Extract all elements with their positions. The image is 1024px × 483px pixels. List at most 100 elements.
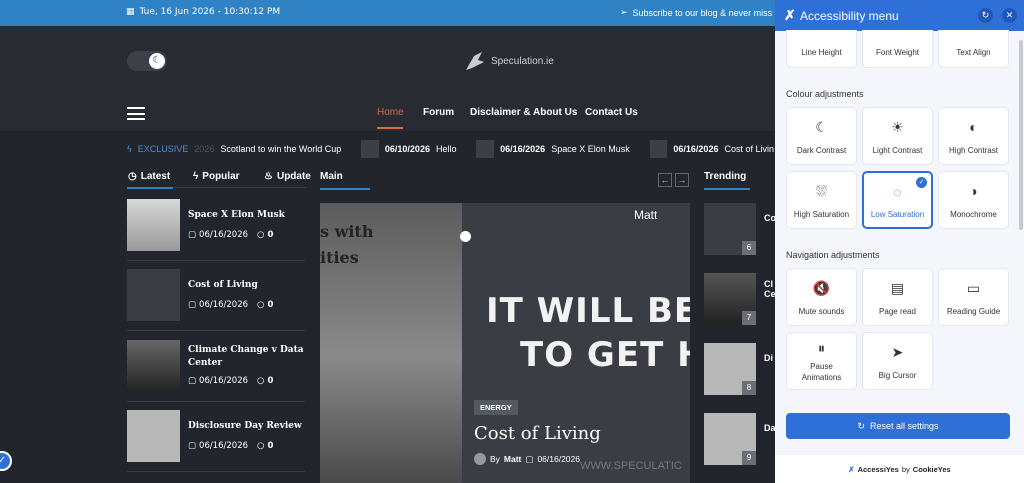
next-arrow-icon[interactable]: → xyxy=(675,173,689,187)
panel-scrollbar[interactable] xyxy=(1019,40,1023,230)
post-title[interactable]: Climate Change v Data Center xyxy=(188,344,306,370)
featured-author[interactable]: Matt xyxy=(504,454,521,464)
ticker-item[interactable]: Cost of Livin xyxy=(724,144,774,154)
logo-bird-icon xyxy=(466,52,484,70)
trending-title[interactable]: Da xyxy=(764,423,776,433)
ticker-item[interactable]: Scotland to win the World Cup xyxy=(220,144,341,154)
reset-label: Reset all settings xyxy=(870,421,939,431)
list-item[interactable]: Cost of Living ▢ 06/16/2026 ○ 0 xyxy=(127,269,307,331)
tab-update[interactable]: ♨ Update xyxy=(264,171,311,182)
nav-disclaimer[interactable]: Disclaimer & About Us xyxy=(470,107,577,118)
logo-text: Speculation.ie xyxy=(491,55,554,67)
text-align-button[interactable]: Text Align xyxy=(938,30,1009,68)
dark-mode-toggle[interactable]: ☾ xyxy=(127,51,167,71)
pause-animations-button[interactable]: ⏸ Pause Animations xyxy=(786,332,857,390)
carousel-current-slide[interactable]: Matt IT WILL BE TO GET H ENERGY Cost of … xyxy=(462,203,690,483)
trending-item[interactable]: 8 Di xyxy=(704,343,774,395)
card-label: Big Cursor xyxy=(878,371,917,380)
post-title[interactable]: Space X Elon Musk xyxy=(188,209,306,222)
high-contrast-button[interactable]: ◐ High Contrast xyxy=(938,107,1009,165)
section-main-title: Main xyxy=(320,171,343,182)
ticker-item[interactable]: Space X Elon Musk xyxy=(551,144,630,154)
subscribe-text: Subscribe to our blog & never miss ou xyxy=(632,7,785,18)
prev-arrow-icon[interactable]: ← xyxy=(658,173,672,187)
watermark-text: WWW.SPECULATIC xyxy=(580,460,682,472)
trending-item[interactable]: 7 Cl Ce xyxy=(704,273,776,325)
dark-contrast-button[interactable]: ☾ Dark Contrast xyxy=(786,107,857,165)
post-title[interactable]: Disclosure Day Review xyxy=(188,420,306,433)
tab-popular[interactable]: ϟ Popular xyxy=(193,171,240,182)
reset-icon[interactable]: ↻ xyxy=(978,8,993,23)
trending-title[interactable]: Cl Ce xyxy=(764,279,776,299)
ticker-item[interactable]: Hello xyxy=(436,144,457,154)
list-item[interactable]: Space X Elon Musk ▢ 06/16/2026 ○ 0 xyxy=(127,199,307,261)
nav-home[interactable]: Home xyxy=(377,107,404,118)
featured-title[interactable]: Cost of Living xyxy=(474,423,601,444)
trending-item[interactable]: 9 Da xyxy=(704,413,776,465)
monochrome-button[interactable]: ◑ Monochrome xyxy=(938,171,1009,229)
drop-outline-icon: ◌ xyxy=(893,184,902,200)
card-label: High Contrast xyxy=(949,146,998,155)
footer-brand: AccessiYes xyxy=(857,464,899,474)
list-item[interactable]: Climate Change v Data Center ▢ 06/16/2026… xyxy=(127,340,307,402)
post-date: 06/16/2026 xyxy=(199,230,249,240)
list-item[interactable]: Disclosure Day Review ▢ 06/16/2026 ○ 0 xyxy=(127,410,307,472)
reading-guide-button[interactable]: ▭ Reading Guide xyxy=(938,268,1009,326)
line-height-button[interactable]: Line Height xyxy=(786,30,857,68)
trending-number: 9 xyxy=(742,451,756,465)
comment-icon: ○ xyxy=(257,300,265,310)
mute-sounds-button[interactable]: 🔇 Mute sounds xyxy=(786,268,857,326)
close-icon[interactable]: ✕ xyxy=(1002,8,1017,23)
post-meta: ▢ 06/16/2026 ○ 0 xyxy=(188,300,273,310)
tab-latest[interactable]: ◷ Latest xyxy=(128,171,170,182)
accessibility-panel: ✗ Accessibility menu ↻ ✕ Line Height Fon… xyxy=(775,0,1024,483)
post-date: 06/16/2026 xyxy=(199,376,249,386)
high-saturation-button[interactable]: ⛆ High Saturation xyxy=(786,171,857,229)
accessibility-toggle-icon[interactable]: ✓ xyxy=(0,451,12,471)
post-title[interactable]: Cost of Living xyxy=(188,279,306,292)
trending-item[interactable]: 6 Co xyxy=(704,203,776,255)
accessibility-icon: ✗ xyxy=(784,7,796,23)
main-featured-carousel[interactable]: s with ities Matt IT WILL BE TO GET H ENE… xyxy=(320,203,690,483)
carousel-dot[interactable] xyxy=(460,231,471,242)
ticker-date: 06/16/2026 xyxy=(673,144,719,154)
avatar xyxy=(474,453,486,465)
page-read-button[interactable]: ▤ Page read xyxy=(862,268,933,326)
reset-all-button[interactable]: ↻ Reset all settings xyxy=(786,413,1010,439)
trending-number: 8 xyxy=(742,381,756,395)
card-label: Mute sounds xyxy=(798,307,845,316)
clock-icon: ◷ xyxy=(128,171,137,182)
site-logo[interactable]: Speculation.ie xyxy=(462,48,554,74)
card-label: Monochrome xyxy=(950,210,997,219)
comment-icon: ○ xyxy=(257,230,265,240)
colour-adjustments-heading: Colour adjustments xyxy=(786,89,864,99)
trending-title[interactable]: Di xyxy=(764,353,773,363)
bolt-icon: ϟ xyxy=(193,171,199,182)
slide-author-top: Matt xyxy=(634,208,658,222)
date-text: Tue, 16 Jun 2026 - 10:30:12 PM xyxy=(139,7,281,17)
nav-forum[interactable]: Forum xyxy=(423,107,454,118)
tabs-divider xyxy=(173,187,307,188)
carousel-prev-slide: s with ities xyxy=(320,203,462,483)
low-saturation-button[interactable]: ✓ ◌ Low Saturation xyxy=(862,171,933,229)
category-badge[interactable]: ENERGY xyxy=(474,400,518,415)
card-label: Font Weight xyxy=(876,48,919,57)
nav-contact[interactable]: Contact Us xyxy=(585,107,638,118)
subscribe-link[interactable]: ➢ Subscribe to our blog & never miss ou xyxy=(620,7,785,18)
hamburger-menu-icon[interactable] xyxy=(127,107,145,120)
comment-icon: ○ xyxy=(257,376,265,386)
slide-headline-line2: TO GET H xyxy=(520,335,690,375)
featured-meta: By Matt ▢ 06/16/2026 xyxy=(474,453,580,465)
contrast-icon: ◐ xyxy=(969,119,978,135)
nav-active-indicator xyxy=(377,127,403,129)
bolt-icon: ϟ xyxy=(127,144,132,154)
big-cursor-button[interactable]: ➤ Big Cursor xyxy=(862,332,933,390)
font-weight-button[interactable]: Font Weight xyxy=(862,30,933,68)
section-main-label: Main xyxy=(320,171,343,182)
ticker-thumb xyxy=(361,140,379,158)
trending-underline xyxy=(704,188,750,190)
main-underline xyxy=(320,188,370,190)
moon-icon: ☾ xyxy=(149,53,165,69)
footer-company[interactable]: CookieYes xyxy=(913,465,951,474)
light-contrast-button[interactable]: ☀ Light Contrast xyxy=(862,107,933,165)
